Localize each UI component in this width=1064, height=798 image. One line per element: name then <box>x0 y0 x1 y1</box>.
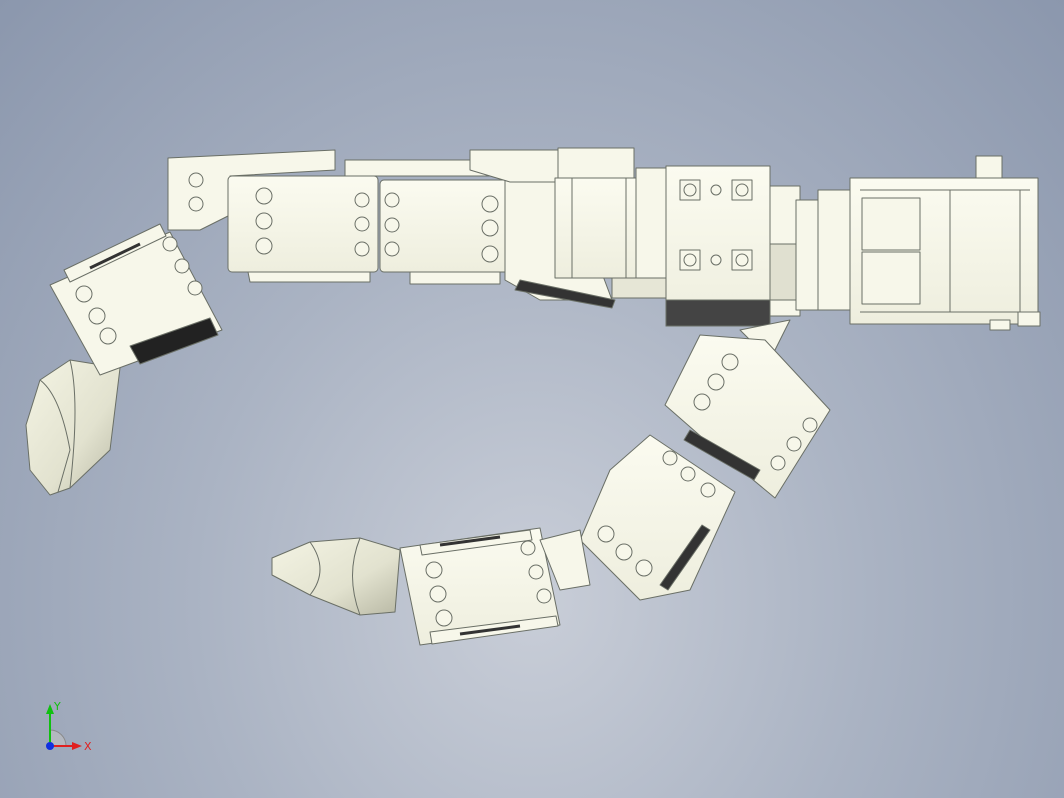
cad-viewport[interactable]: Y X <box>0 0 1064 798</box>
lower-fingertip <box>271 537 401 616</box>
axis-triad: Y X <box>40 700 100 760</box>
z-axis-dot <box>46 742 54 750</box>
lower-link-2 <box>579 434 736 601</box>
y-axis-label: Y <box>53 700 61 713</box>
lower-finger[interactable] <box>271 319 831 646</box>
robot-arm-model[interactable] <box>0 0 1064 798</box>
upper-finger[interactable] <box>25 147 1041 496</box>
x-axis-label: X <box>84 740 92 753</box>
servo-horn <box>557 147 635 179</box>
